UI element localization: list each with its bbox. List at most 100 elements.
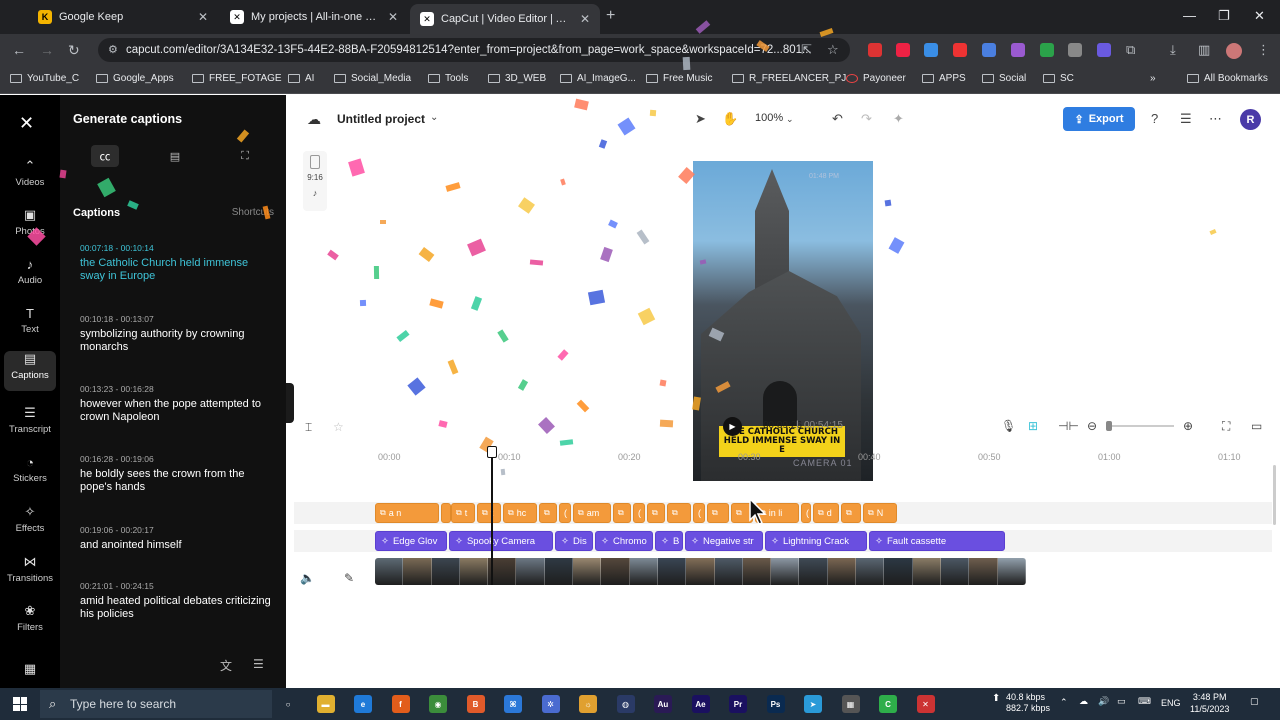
bookmark-item[interactable]: Social (982, 73, 1026, 84)
address-bar[interactable]: ⚙ capcut.com/editor/3A134E32-13F5-44E2-8… (98, 38, 850, 62)
taskbar-app-icon[interactable]: Ae (691, 695, 710, 713)
taskbar-app-icon[interactable]: Pr (729, 695, 747, 713)
taskbar-app-icon[interactable]: ✕ (916, 695, 935, 713)
close-icon[interactable]: ✕ (580, 12, 590, 26)
taskbar-app-icon[interactable]: ✲ (541, 695, 560, 713)
subtitle-icon[interactable]: ▤ (161, 145, 189, 167)
caption-text[interactable]: the Catholic Church held immense sway in… (80, 257, 276, 283)
taskbar-app-icon[interactable]: f (391, 695, 410, 713)
wifi-icon[interactable]: ☁ (1079, 696, 1088, 707)
tab-capcut-editor[interactable]: ✕ CapCut | Video Editor | All-in ✕ (410, 4, 600, 34)
undo-icon[interactable]: ↶ (832, 111, 843, 127)
select-tool-icon[interactable]: ➤ (695, 111, 706, 127)
effect-clip[interactable]: ✧ Chromo (595, 531, 653, 551)
close-icon[interactable]: ✕ (198, 10, 208, 24)
rail-captions[interactable]: ▤ Captions (4, 351, 56, 391)
rail-effects[interactable]: ✧ Effects (4, 504, 56, 544)
battery-icon[interactable]: ▭ (1117, 696, 1126, 707)
rail-audio[interactable]: ♪ Audio (4, 257, 56, 297)
taskbar-app-icon[interactable]: ☼ (579, 695, 597, 713)
search-list-icon[interactable]: ☰ (253, 657, 264, 671)
rail-transitions[interactable]: ⋈ Transitions (4, 554, 56, 594)
effect-clip[interactable]: ✧ Fault cassette (869, 531, 1005, 551)
taskbar-app-icon[interactable]: Ps (766, 695, 785, 713)
timeline-ruler[interactable]: 00:00 00:10 00:20 00:30 00:40 00:50 01:0… (294, 448, 1280, 466)
caption-clip[interactable]: ⧉ d (813, 503, 839, 523)
extension-icon[interactable] (1097, 43, 1111, 57)
redo-icon[interactable]: ↷ (861, 111, 872, 127)
bookmark-item[interactable]: YouTube_C (10, 73, 79, 84)
reload-icon[interactable]: ↻ (68, 42, 80, 59)
taskbar-app-icon[interactable]: ◉ (429, 695, 447, 713)
extension-icon[interactable] (1068, 43, 1082, 57)
install-icon[interactable]: ⇱ (801, 42, 812, 58)
notification-icon[interactable]: ▢ (1250, 696, 1259, 707)
timeline-zoom-slider[interactable] (1106, 425, 1174, 427)
caption-item[interactable]: 00:07:18 - 00:10:14 the Catholic Church … (80, 243, 276, 283)
caption-clip[interactable]: ⧉ hc (503, 503, 537, 523)
caption-clip[interactable]: ⧉ (613, 503, 631, 523)
zoom-in-icon[interactable]: ⊕ (1183, 419, 1193, 433)
caption-clip[interactable]: ⧉ (707, 503, 729, 523)
extension-icon[interactable] (896, 43, 910, 57)
edit-pencil-icon[interactable]: ✎ (344, 571, 354, 585)
split-screen-icon[interactable]: ⊣⊢ (1058, 419, 1079, 433)
fullscreen-icon[interactable]: ⛶ (1222, 419, 1230, 434)
bookmarks-overflow[interactable]: » (1150, 73, 1156, 84)
caption-text[interactable]: he boldly sees the crown from the pope's… (80, 468, 276, 494)
caption-clip[interactable]: ⧉ a n (375, 503, 439, 523)
tab-my-projects[interactable]: ✕ My projects | All-in-one video ✕ (220, 4, 408, 30)
caption-text[interactable]: however when the pope attempted to crown… (80, 398, 276, 424)
caption-item[interactable]: 00:19:06 - 00:20:17 and anointed himself (80, 525, 276, 552)
all-bookmarks[interactable]: All Bookmarks (1187, 73, 1268, 84)
bookmark-item[interactable]: AI (288, 73, 314, 84)
caption-text[interactable]: and anointed himself (80, 539, 276, 552)
caption-item[interactable]: 00:16:28 - 00:19:06 he boldly sees the c… (80, 454, 276, 494)
caption-text[interactable]: symbolizing authority by crowning monarc… (80, 328, 276, 354)
export-button[interactable]: ⇪ Export (1063, 107, 1135, 131)
close-icon[interactable]: ✕ (388, 10, 398, 24)
timeline-scrollbar[interactable] (1273, 465, 1276, 525)
comment-icon[interactable]: ▭ (1251, 419, 1262, 433)
new-tab-icon[interactable]: + (606, 7, 615, 25)
bookmark-item[interactable]: AI_ImageG... (560, 73, 636, 84)
caption-clip[interactable]: ⧉t (477, 503, 501, 523)
magnet-icon[interactable]: ⊞ (1028, 419, 1038, 433)
system-clock[interactable]: 3:48 PM 11/5/2023 (1190, 691, 1229, 715)
taskbar-app-icon[interactable]: B (466, 695, 485, 713)
taskbar-app-icon[interactable]: ◍ (616, 695, 635, 713)
caption-clip[interactable]: ⧉ am (573, 503, 611, 523)
split-icon[interactable]: ⌶ (305, 420, 312, 435)
extension-icon[interactable] (982, 43, 996, 57)
forward-icon[interactable]: → (40, 42, 54, 58)
bookmark-item[interactable]: R_FREELANCER_PJ (732, 73, 846, 84)
rail-photos[interactable]: ▣ Photos (4, 207, 56, 247)
playhead[interactable] (491, 447, 493, 585)
effect-clip[interactable]: ✧ B (655, 531, 683, 551)
extension-icon[interactable] (1011, 43, 1025, 57)
cc-icon[interactable]: ㏄ (91, 145, 119, 167)
menu-icon[interactable]: ⋮ (1257, 42, 1270, 58)
project-name[interactable]: Untitled project (337, 112, 425, 126)
caption-clip[interactable]: ⧉ (539, 503, 557, 523)
site-info-icon[interactable]: ⚙ (108, 43, 118, 56)
speaker-icon[interactable]: 🔊 (1098, 696, 1109, 707)
extension-icon[interactable] (868, 43, 882, 57)
taskbar-app-icon[interactable]: e (354, 695, 372, 713)
chevron-down-icon[interactable]: ⌄ (430, 112, 438, 123)
user-avatar[interactable]: R (1240, 109, 1261, 130)
bookmark-item[interactable]: Free Music (646, 73, 712, 84)
language-indicator[interactable]: ENG (1161, 698, 1181, 708)
side-panel-icon[interactable]: ▥ (1198, 42, 1210, 58)
caption-clip[interactable]: ⧉ (647, 503, 665, 523)
tab-google-keep[interactable]: K Google Keep ✕ (28, 4, 218, 30)
download-icon[interactable]: ⤓ (1170, 42, 1176, 58)
caption-item[interactable]: 00:13:23 - 00:16:28 however when the pop… (80, 384, 276, 424)
caption-clip[interactable]: ⧉ N (863, 503, 897, 523)
taskbar-search[interactable]: ⌕ Type here to search (40, 690, 272, 718)
zoom-level[interactable]: 100% (755, 112, 783, 124)
caption-clip[interactable]: ( (693, 503, 705, 523)
caption-clip[interactable]: ⧉t (451, 503, 475, 523)
effect-clip[interactable]: ✧ Negative str (685, 531, 763, 551)
caption-text[interactable]: amid heated political debates criticizin… (80, 595, 276, 621)
